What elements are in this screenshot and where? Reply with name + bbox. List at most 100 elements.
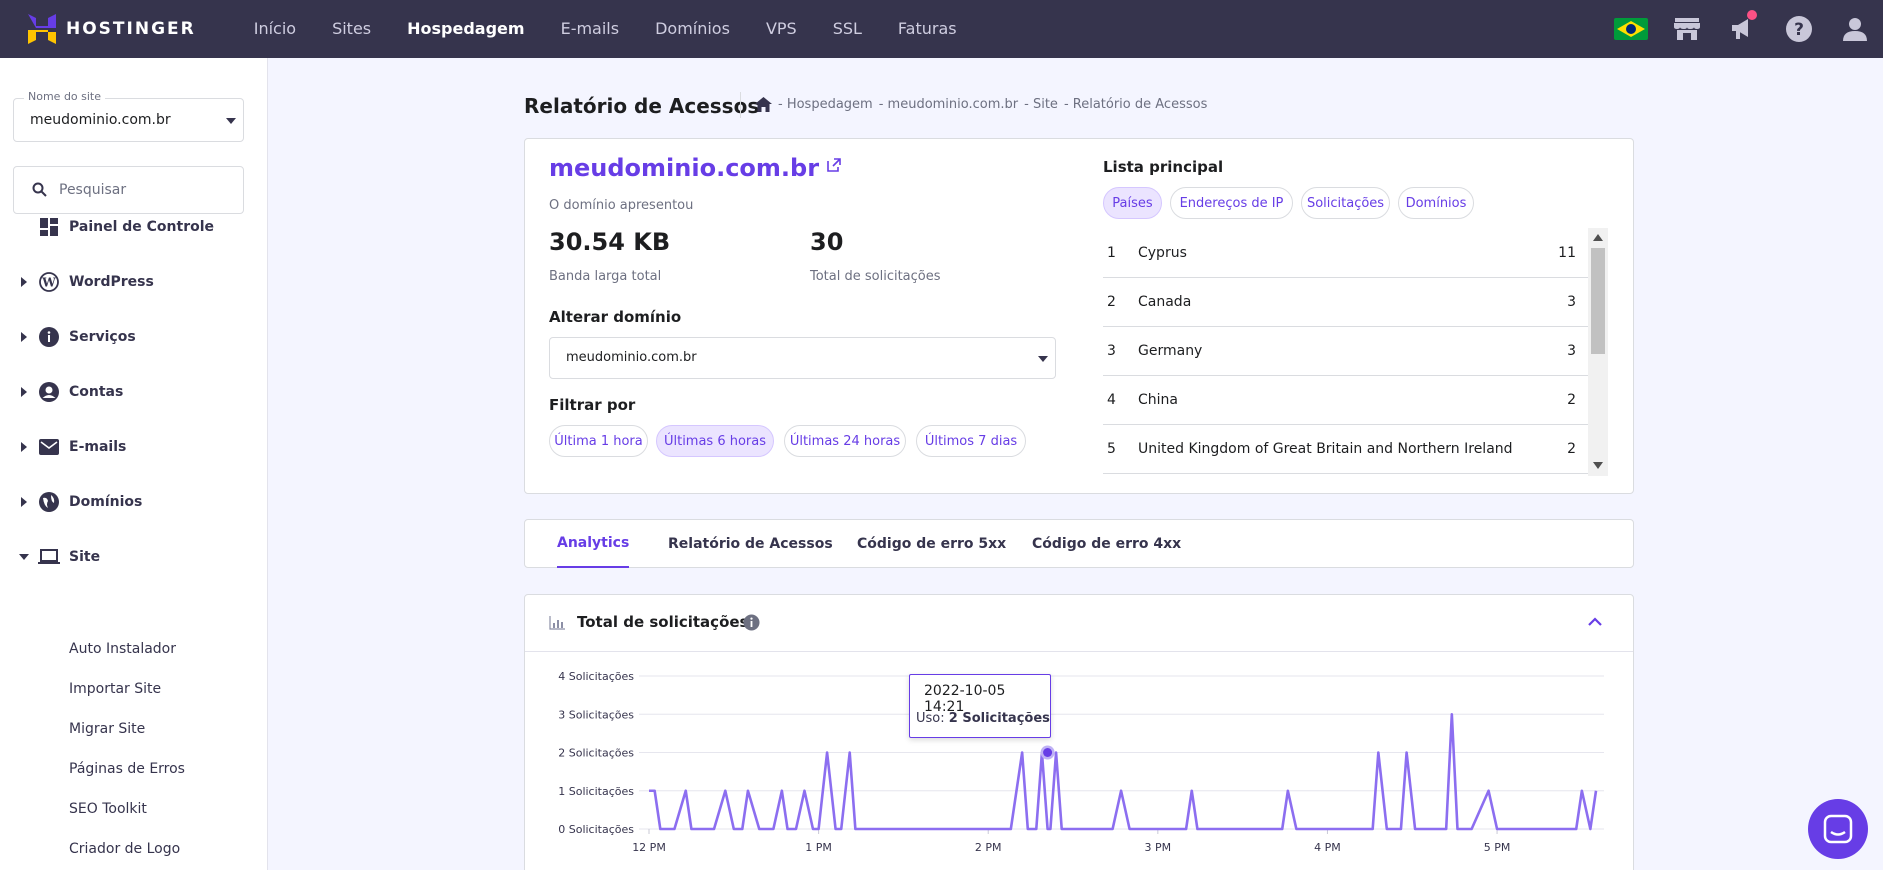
tooltip-value: 2 Solicitações bbox=[948, 711, 1050, 726]
user-circle-icon bbox=[38, 381, 60, 403]
list-item: 1 Cyprus 11 bbox=[1103, 229, 1588, 278]
list-item-name: Germany bbox=[1138, 343, 1203, 359]
help-button[interactable]: ? bbox=[1771, 0, 1827, 58]
nav-item-e-mails[interactable]: E-mails bbox=[543, 0, 638, 58]
x-tick-label: 2 PM bbox=[975, 841, 1002, 854]
home-icon[interactable] bbox=[755, 97, 772, 112]
y-tick-label: 3 Solicitações bbox=[558, 708, 634, 721]
nav-item-sites[interactable]: Sites bbox=[314, 0, 389, 58]
filter-last-6-hours[interactable]: Últimas 6 horas bbox=[656, 425, 774, 457]
requests-line-chart: 0 Solicitações 1 Solicitações 2 Solicitaçõ… bbox=[558, 670, 1604, 854]
filter-last-7-days[interactable]: Últimos 7 dias bbox=[916, 425, 1026, 457]
list-item-rank: 2 bbox=[1107, 294, 1116, 310]
sidebar-item-painel-de-controle[interactable]: Painel de Controle bbox=[0, 207, 268, 247]
top-list[interactable]: 1 Cyprus 11 2 Canada 3 3 Germany 3 4 China 2 5 United… bbox=[1103, 229, 1588, 474]
tab-erro-5xx[interactable]: Código de erro 5xx bbox=[857, 520, 1006, 568]
list-item-rank: 1 bbox=[1107, 245, 1116, 261]
megaphone-icon bbox=[1732, 19, 1748, 39]
domain-subtitle: O domínio apresentou bbox=[549, 198, 694, 213]
sidebar-item-label: Contas bbox=[69, 384, 124, 400]
list-item-count: 3 bbox=[1567, 343, 1576, 359]
breadcrumb-domain[interactable]: - meudominio.com.br bbox=[879, 97, 1018, 112]
list-item-rank: 4 bbox=[1107, 392, 1116, 408]
sidebar: Nome do site meudominio.com.br Pesquisar… bbox=[0, 58, 268, 870]
requests-label: Total de solicitações bbox=[810, 269, 941, 284]
bar-chart-icon bbox=[549, 616, 565, 630]
tooltip-prefix: Uso: bbox=[916, 711, 945, 726]
chevron-up-icon[interactable] bbox=[1588, 617, 1602, 627]
store-icon bbox=[1674, 18, 1700, 40]
list-item-rank: 3 bbox=[1107, 343, 1116, 359]
sidebar-item-site[interactable]: Site bbox=[0, 537, 268, 577]
info-icon[interactable] bbox=[743, 614, 760, 631]
brazil-flag-icon bbox=[1614, 18, 1648, 40]
tab-relatorio-de-acessos[interactable]: Relatório de Acessos bbox=[668, 520, 833, 568]
sidebar-item-servicos[interactable]: Serviços bbox=[0, 317, 268, 357]
notifications-button[interactable] bbox=[1715, 0, 1771, 58]
external-link-icon[interactable] bbox=[827, 158, 842, 172]
globe-icon bbox=[38, 491, 60, 513]
top-list-tab-ip[interactable]: Endereços de IP bbox=[1170, 187, 1293, 219]
chart-tooltip: 2022-10-05 14:21 Uso: 2 Solicitações bbox=[909, 674, 1051, 738]
change-domain-label: Alterar domínio bbox=[549, 308, 682, 326]
top-list-tab-paises[interactable]: Países bbox=[1103, 187, 1162, 219]
top-list-scrollbar[interactable] bbox=[1588, 228, 1608, 476]
sidebar-subitem-importar-site[interactable]: Importar Site bbox=[69, 681, 161, 697]
breadcrumb-hospedagem[interactable]: - Hospedagem bbox=[778, 97, 873, 112]
nav-item-ssl[interactable]: SSL bbox=[815, 0, 880, 58]
list-item-count: 2 bbox=[1567, 441, 1576, 457]
y-tick-label: 4 Solicitações bbox=[558, 670, 634, 683]
requests-value: 30 bbox=[810, 228, 844, 256]
nav-item-faturas[interactable]: Faturas bbox=[880, 0, 975, 58]
nav-item-vps[interactable]: VPS bbox=[748, 0, 815, 58]
nav-item-hospedagem[interactable]: Hospedagem bbox=[389, 0, 542, 58]
account-button[interactable] bbox=[1827, 0, 1883, 58]
sidebar-subitem-migrar-site[interactable]: Migrar Site bbox=[69, 721, 145, 737]
top-list-tab-dominios[interactable]: Domínios bbox=[1398, 187, 1474, 219]
sidebar-item-e-mails[interactable]: E-mails bbox=[0, 427, 268, 467]
caret-right-icon bbox=[21, 277, 27, 287]
caret-right-icon bbox=[21, 442, 27, 452]
x-tick-label: 1 PM bbox=[805, 841, 832, 854]
sidebar-item-label: Domínios bbox=[69, 494, 143, 510]
domain-name[interactable]: meudominio.com.br bbox=[549, 154, 819, 182]
top-list-tab-solicitacoes[interactable]: Solicitações bbox=[1301, 187, 1390, 219]
hostinger-logo[interactable]: HOSTINGER bbox=[28, 14, 196, 44]
sidebar-item-contas[interactable]: Contas bbox=[0, 372, 268, 412]
top-navbar: HOSTINGER Início Sites Hospedagem E-mails Do… bbox=[0, 0, 1883, 58]
list-item: 2 Canada 3 bbox=[1103, 278, 1588, 327]
store-button[interactable] bbox=[1659, 0, 1715, 58]
panel-divider bbox=[525, 651, 1633, 652]
sidebar-item-dominios[interactable]: Domínios bbox=[0, 482, 268, 522]
language-flag-button[interactable] bbox=[1603, 0, 1659, 58]
tab-analytics[interactable]: Analytics bbox=[557, 520, 630, 568]
chat-button[interactable] bbox=[1808, 799, 1868, 859]
sidebar-item-wordpress[interactable]: W WordPress bbox=[0, 262, 268, 302]
user-icon bbox=[1843, 18, 1867, 41]
sidebar-subitem-criador-de-logo[interactable]: Criador de Logo bbox=[69, 841, 180, 857]
site-name-value: meudominio.com.br bbox=[30, 112, 171, 128]
scroll-down-icon[interactable] bbox=[1593, 462, 1603, 469]
list-item-count: 11 bbox=[1558, 245, 1576, 261]
nav-item-dominios[interactable]: Domínios bbox=[637, 0, 748, 58]
tab-erro-4xx[interactable]: Código de erro 4xx bbox=[1032, 520, 1181, 568]
bandwidth-value: 30.54 KB bbox=[549, 228, 671, 256]
nav-item-inicio[interactable]: Início bbox=[236, 0, 314, 58]
y-tick-label: 0 Solicitações bbox=[558, 823, 634, 836]
scroll-up-icon[interactable] bbox=[1593, 234, 1603, 241]
sidebar-subitem-paginas-de-erros[interactable]: Páginas de Erros bbox=[69, 761, 185, 777]
chat-icon bbox=[1823, 814, 1853, 844]
change-domain-select[interactable]: meudominio.com.br bbox=[549, 337, 1056, 379]
domain-title[interactable]: meudominio.com.br bbox=[549, 154, 842, 182]
breadcrumb: - Hospedagem - meudominio.com.br - Site … bbox=[755, 97, 1213, 112]
sidebar-subitem-auto-instalador[interactable]: Auto Instalador bbox=[69, 641, 176, 657]
list-item: 4 China 2 bbox=[1103, 376, 1588, 425]
filter-last-1-hour[interactable]: Última 1 hora bbox=[549, 425, 648, 457]
filter-last-24-hours[interactable]: Últimas 24 horas bbox=[784, 425, 906, 457]
sidebar-subitem-seo-toolkit[interactable]: SEO Toolkit bbox=[69, 801, 147, 817]
x-tick-label: 5 PM bbox=[1484, 841, 1511, 854]
help-icon: ? bbox=[1786, 16, 1812, 42]
site-name-select[interactable]: Nome do site meudominio.com.br bbox=[13, 90, 244, 142]
breadcrumb-site[interactable]: - Site bbox=[1024, 97, 1058, 112]
scroll-thumb[interactable] bbox=[1591, 248, 1605, 354]
